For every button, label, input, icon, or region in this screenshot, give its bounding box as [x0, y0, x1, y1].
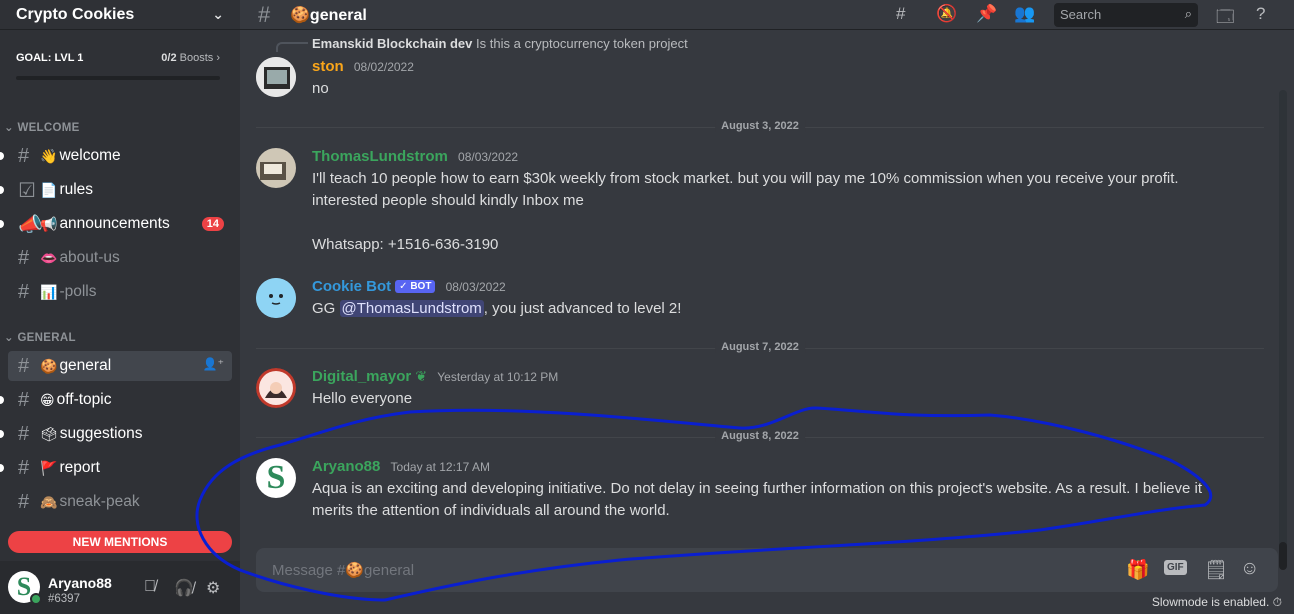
- user-mention[interactable]: @ThomasLundstrom: [339, 300, 484, 317]
- channel-suggestions[interactable]: # 🗳 suggestions: [8, 419, 232, 449]
- server-header[interactable]: Crypto Cookies ⌄: [0, 0, 240, 30]
- channel-report[interactable]: # 🚩 report: [8, 453, 232, 483]
- message-author[interactable]: ston 08/02/2022: [312, 58, 414, 75]
- message-timestamp: 08/03/2022: [458, 150, 519, 164]
- settings-gear-icon[interactable]: ⚙: [206, 578, 220, 598]
- message-author[interactable]: Cookie Bot ✓ BOT 08/03/2022: [312, 278, 506, 295]
- gift-icon[interactable]: 🎁: [1126, 558, 1150, 582]
- chevron-down-icon: ⌄: [212, 6, 224, 22]
- avatar[interactable]: [256, 57, 296, 97]
- channel-general[interactable]: # 🍪 general 👤⁺: [8, 351, 232, 381]
- threads-hash-icon: #: [258, 2, 271, 27]
- hash-icon: #: [18, 490, 30, 513]
- unread-indicator: [0, 430, 4, 438]
- deafen-icon[interactable]: 🎧̸: [174, 578, 194, 598]
- notification-bell-muted-icon[interactable]: 🔕: [936, 4, 957, 24]
- sticker-icon[interactable]: 🗒: [1204, 558, 1228, 582]
- message-composer[interactable]: Message #🍪general 🎁 GIF 🗒 ☺: [256, 548, 1278, 592]
- username: Aryano88: [48, 575, 112, 591]
- discord-app: Crypto Cookies ⌄ GOAL: LVL 1 0/2 Boosts …: [0, 0, 1294, 614]
- channel-sidebar: Crypto Cookies ⌄ GOAL: LVL 1 0/2 Boosts …: [0, 0, 240, 614]
- avatar[interactable]: [256, 148, 296, 188]
- inbox-icon[interactable]: 🗔: [1216, 4, 1234, 33]
- scrollbar-track[interactable]: [1279, 90, 1287, 558]
- search-input[interactable]: Search ⌕: [1054, 3, 1198, 27]
- boosts-count: 0/2 Boosts ›: [161, 52, 220, 64]
- hash-icon: #: [18, 388, 30, 411]
- category-welcome[interactable]: ⌄ WELCOME: [4, 120, 80, 134]
- mention-badge: 14: [201, 217, 224, 231]
- new-mentions-button[interactable]: NEW MENTIONS: [8, 531, 232, 553]
- reply-connector: [276, 42, 308, 52]
- channel-announcements[interactable]: 📣 📢 announcements 14: [8, 209, 232, 239]
- channel-welcome[interactable]: # 👋 welcome: [8, 141, 232, 171]
- hash-icon: #: [18, 246, 30, 269]
- gif-button[interactable]: GIF: [1164, 560, 1187, 575]
- category-general[interactable]: ⌄ GENERAL: [4, 330, 76, 344]
- hash-icon: #: [18, 144, 30, 167]
- hash-icon: #: [18, 422, 30, 445]
- threads-icon[interactable]: #: [896, 4, 905, 24]
- message-author[interactable]: Digital_mayor ❦ Yesterday at 10:12 PM: [312, 368, 558, 385]
- channel-sneak-peak[interactable]: # 🙈 sneak-peak: [8, 487, 232, 517]
- goal-progress-bar: [16, 76, 220, 80]
- avatar[interactable]: [256, 278, 296, 318]
- unread-indicator: [0, 464, 4, 472]
- search-icon: ⌕: [1184, 6, 1192, 21]
- avatar[interactable]: S: [256, 458, 296, 498]
- message-text: no: [312, 80, 329, 97]
- channel-header: # 🍪general # 🔕 📌 👥 Search ⌕ 🗔 ?: [240, 0, 1294, 30]
- date-divider: August 8, 2022: [256, 430, 1264, 442]
- unread-indicator: [0, 220, 4, 228]
- message-timestamp: 08/02/2022: [353, 60, 414, 74]
- member-list-icon[interactable]: 👥: [1014, 4, 1035, 24]
- message-timestamp: Yesterday at 10:12 PM: [437, 370, 559, 384]
- channel-rules[interactable]: ☑ 📄 rules: [8, 175, 232, 205]
- channel-about-us[interactable]: # 👄 about-us: [8, 243, 232, 273]
- goal-label: GOAL: LVL 1: [16, 52, 84, 64]
- checkbox-icon: ☑: [18, 179, 36, 202]
- add-member-icon[interactable]: 👤⁺: [203, 357, 224, 371]
- help-icon[interactable]: ?: [1256, 4, 1265, 24]
- unread-indicator: [0, 396, 4, 404]
- avatar[interactable]: [256, 368, 296, 408]
- mute-mic-icon[interactable]: 🎙̸: [144, 578, 156, 596]
- channel-off-topic[interactable]: # 😁 off-topic: [8, 385, 232, 415]
- message-author[interactable]: Aryano88 Today at 12:17 AM: [312, 458, 490, 475]
- channel-polls[interactable]: # 📊 -polls: [8, 277, 232, 307]
- scrollbar-thumb[interactable]: [1279, 542, 1287, 570]
- message-text: GG @ThomasLundstrom, you just advanced t…: [312, 300, 682, 317]
- message-timestamp: 08/03/2022: [445, 280, 506, 294]
- online-status-dot: [30, 593, 42, 605]
- hash-icon: #: [18, 456, 30, 479]
- message-timestamp: Today at 12:17 AM: [390, 460, 490, 474]
- message-list: Emanskid Blockchain dev Is this a crypto…: [240, 30, 1294, 614]
- message-text: Aqua is an exciting and developing initi…: [312, 480, 1203, 519]
- bot-badge: ✓ BOT: [395, 280, 436, 293]
- threads-hash-icon: #: [18, 354, 30, 377]
- date-divider: August 3, 2022: [256, 120, 1264, 132]
- pin-icon[interactable]: 📌: [976, 4, 997, 24]
- hash-icon: #: [18, 280, 30, 303]
- boost-goal[interactable]: GOAL: LVL 1 0/2 Boosts ›: [16, 50, 220, 86]
- user-panel: S Aryano88 #6397 🎙̸ 🎧̸ ⚙: [0, 561, 240, 614]
- reply-preview[interactable]: Emanskid Blockchain dev Is this a crypto…: [312, 36, 688, 51]
- megaphone-icon: 📣: [18, 213, 43, 236]
- unread-indicator: [0, 152, 4, 160]
- server-name: Crypto Cookies: [16, 5, 135, 23]
- timer-icon: ⏱: [1272, 595, 1282, 609]
- channel-title: 🍪general: [290, 7, 367, 24]
- message-input[interactable]: Message #🍪general: [272, 561, 414, 579]
- message-text: I'll teach 10 people how to earn $30k we…: [312, 170, 1179, 253]
- date-divider: August 7, 2022: [256, 341, 1264, 353]
- unread-indicator: [0, 186, 4, 194]
- emoji-icon[interactable]: ☺: [1240, 558, 1259, 580]
- slowmode-indicator: Slowmode is enabled. ⏱: [1151, 595, 1282, 609]
- message-text: Hello everyone: [312, 390, 413, 407]
- user-discriminator: #6397: [48, 593, 80, 605]
- sprout-icon: ❦: [415, 368, 428, 384]
- message-author[interactable]: ThomasLundstrom 08/03/2022: [312, 148, 518, 165]
